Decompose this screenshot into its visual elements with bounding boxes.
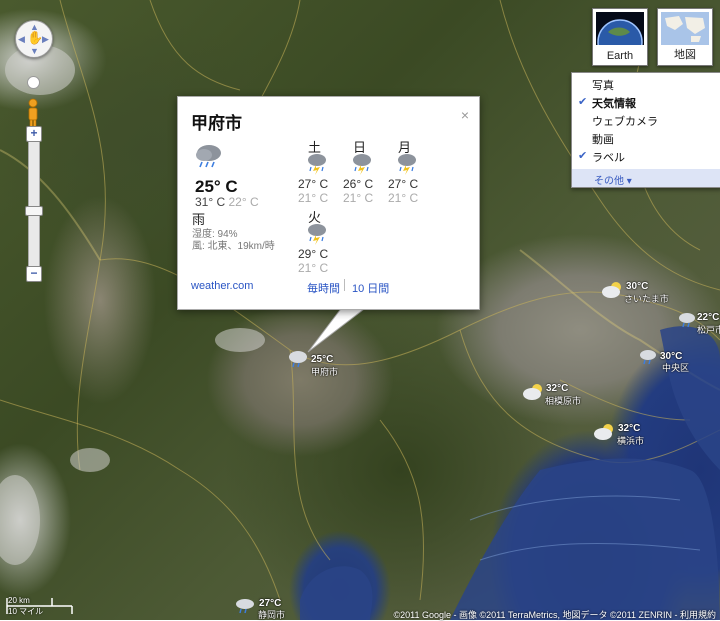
layer-item-label: ウェブカメラ <box>592 116 658 128</box>
earth-view-button[interactable]: Earth <box>592 8 648 66</box>
pan-control[interactable]: ▲ ▼ ◀ ▶ ✋ <box>15 20 53 58</box>
forecast-high: 27° C <box>388 177 419 191</box>
partly-cloudy-icon <box>602 282 621 298</box>
weather-info-window: × 甲府市 25° C 31° C 22° C 雨 湿度: 94% 風: 北東、… <box>177 96 480 310</box>
rain-cloud-icon <box>196 145 221 168</box>
marker-city: さいたま市 <box>624 294 669 304</box>
layer-item-weather[interactable]: ✔ 天気情報 <box>572 93 720 111</box>
layer-item-photos[interactable]: 写真 <box>572 75 720 93</box>
zoom-slider-handle[interactable] <box>25 206 43 216</box>
map-icon <box>661 12 709 45</box>
marker-temp: 32°C <box>618 423 641 434</box>
current-temperature: 25° C <box>195 177 238 196</box>
earth-label: Earth <box>606 50 634 62</box>
current-high: 31° C <box>195 195 226 209</box>
more-layers-button[interactable]: その他 ▾ <box>572 169 720 187</box>
layer-item-labels[interactable]: ✔ ラベル <box>572 147 720 165</box>
wind: 風: 北東、19km/時 <box>192 241 275 252</box>
checkmark-icon: ✔ <box>578 96 588 108</box>
city-name: 甲府市 <box>191 114 242 133</box>
more-layers-label: その他 ▾ <box>594 176 632 187</box>
marker-city: 中央区 <box>662 363 690 373</box>
earth-icon <box>596 12 644 45</box>
forecast-high: 26° C <box>343 177 374 191</box>
weather-com-link[interactable]: weather.com <box>191 280 253 292</box>
pan-down-icon[interactable]: ▼ <box>30 47 39 56</box>
rain-icon <box>640 350 656 365</box>
rain-icon <box>289 351 307 368</box>
marker-city: 横浜市 <box>617 436 645 446</box>
zoom-in-button[interactable]: + <box>26 126 42 142</box>
map-view-button[interactable]: 地図 <box>657 8 713 66</box>
layer-item-label: ラベル <box>592 152 625 164</box>
rain-icon <box>236 599 254 614</box>
copyright-notice[interactable]: ©2011 Google - 画像 ©2011 TerraMetrics, 地図… <box>394 608 720 620</box>
layer-item-label: 動画 <box>592 134 614 146</box>
layer-item-label: 写真 <box>592 80 614 92</box>
close-icon[interactable]: × <box>461 107 469 123</box>
marker-temp: 22°C <box>697 312 720 323</box>
marker-city: 静岡市 <box>258 610 286 620</box>
rain-icon <box>679 313 695 328</box>
thunderstorm-icon <box>308 154 326 175</box>
marker-city: 相模原市 <box>545 396 582 406</box>
forecast-low: 21° C <box>343 191 374 205</box>
pan-left-icon[interactable]: ◀ <box>18 35 25 44</box>
thunderstorm-icon <box>353 154 371 175</box>
layer-item-webcams[interactable]: ウェブカメラ <box>572 111 720 129</box>
scale-bar: 20 km 10 マイル <box>6 596 76 616</box>
map-label: 地図 <box>674 49 696 61</box>
hand-icon: ✋ <box>27 30 44 45</box>
marker-city: 松戸市 <box>697 325 720 335</box>
forecast-high: 29° C <box>298 247 329 261</box>
ten-day-link[interactable]: 10 日間 <box>352 280 389 296</box>
forecast-high: 27° C <box>298 177 329 191</box>
zoom-out-button[interactable]: − <box>26 266 42 282</box>
current-low: 22° C <box>228 195 259 209</box>
layer-item-label: 天気情報 <box>592 98 636 110</box>
layers-menu: 写真 ✔ 天気情報 ウェブカメラ 動画 ✔ ラベル その他 ▾ <box>571 72 720 188</box>
marker-temp: 30°C <box>626 281 649 292</box>
checkmark-icon: ✔ <box>578 150 588 162</box>
forecast-low: 21° C <box>298 261 329 275</box>
forecast-low: 21° C <box>388 191 419 205</box>
thunderstorm-icon <box>398 154 416 175</box>
scale-imperial: 10 マイル <box>8 607 44 616</box>
marker-temp: 32°C <box>546 383 569 394</box>
layer-item-videos[interactable]: 動画 <box>572 129 720 147</box>
forecast-low: 21° C <box>298 191 329 205</box>
partly-cloudy-icon <box>523 384 542 400</box>
marker-temp: 25°C <box>311 354 334 365</box>
current-temp-range: 31° C 22° C <box>195 195 259 209</box>
thunderstorm-icon <box>308 224 326 245</box>
partly-cloudy-icon <box>594 424 613 440</box>
scale-metric: 20 km <box>8 596 30 605</box>
link-divider <box>344 279 345 291</box>
compass-reset-button[interactable] <box>27 76 40 89</box>
marker-city: 甲府市 <box>311 367 339 377</box>
hourly-link[interactable]: 毎時間 <box>307 280 340 296</box>
